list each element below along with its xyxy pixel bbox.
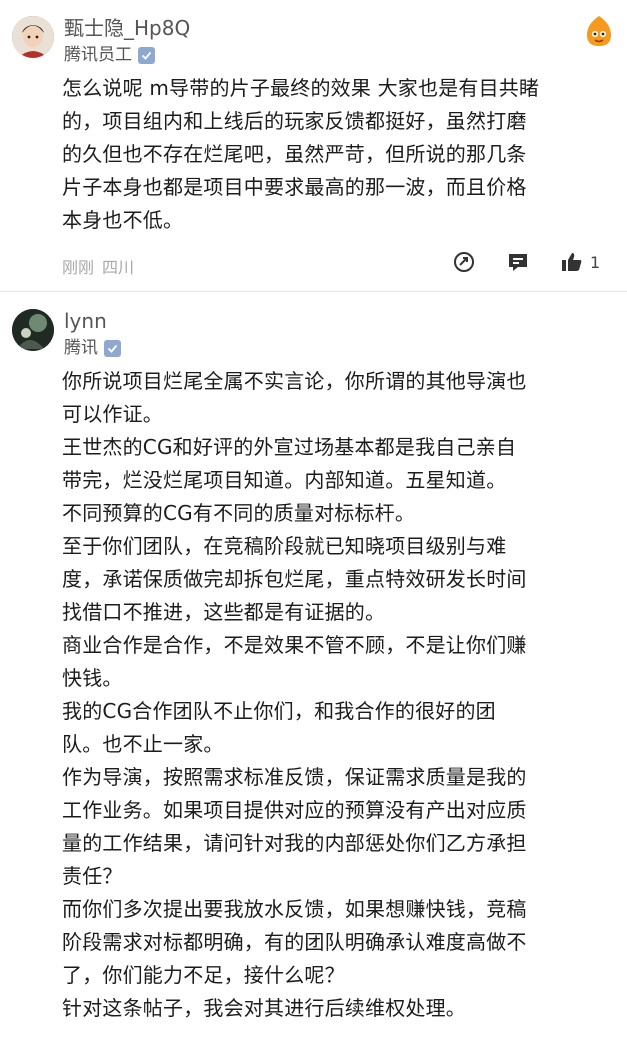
divider	[0, 291, 627, 292]
content-line: 本身也不低。	[62, 208, 184, 232]
post-actions: 1	[452, 250, 600, 274]
verified-badge-icon	[104, 339, 121, 357]
post-location: 四川	[102, 258, 135, 277]
share-icon	[454, 252, 474, 272]
affiliation-label: 腾讯员工	[64, 45, 132, 65]
post-1: 甄士隐_Hp8Q 腾讯员工 怎么说呢 m导带的片子最终的效果 大家也是有目共睹 …	[0, 0, 627, 295]
post-content: 怎么说呢 m导带的片子最终的效果 大家也是有目共睹 的，项目组内和上线后的玩家反…	[62, 72, 539, 237]
content-line: 不同预算的CG有不同的质量对标标杆。	[62, 501, 416, 525]
avatar[interactable]	[12, 16, 54, 58]
comment-button[interactable]	[506, 250, 530, 274]
content-line: 我的CG合作团队不止你们，和我合作的很好的团	[62, 699, 496, 723]
content-line: 针对这条帖子，我会对其进行后续维权处理。	[62, 996, 466, 1020]
username[interactable]: lynn	[64, 309, 107, 333]
share-button[interactable]	[452, 250, 476, 274]
like-count: 1	[590, 252, 601, 272]
content-line: 怎么说呢 m导带的片子最终的效果 大家也是有目共睹	[62, 76, 540, 100]
username[interactable]: 甄士隐_Hp8Q	[64, 16, 190, 40]
affiliation-row: 腾讯	[64, 337, 121, 359]
post-2: lynn 腾讯 你所说项目烂尾全属不实言论，你所谓的其他导演也 可以作证。 王世…	[0, 295, 627, 1052]
affiliation-row: 腾讯员工	[64, 44, 155, 66]
content-line: 而你们多次提出要我放水反馈，如果想赚快钱，竞稿	[62, 897, 527, 921]
avatar-photo-icon	[12, 309, 54, 351]
content-line: 的，项目组内和上线后的玩家反馈都挺好，虽然打磨	[62, 109, 527, 133]
content-line: 你所说项目烂尾全属不实言论，你所谓的其他导演也	[62, 369, 527, 393]
content-line: 了，你们能力不足，接什么呢？	[62, 963, 345, 987]
content-line: 王世杰的CG和好评的外宣过场基本都是我自己亲自	[62, 435, 517, 459]
thumbs-up-icon	[562, 253, 582, 271]
post-time: 刚刚	[62, 258, 95, 277]
content-line: 度，承诺保质做完却拆包烂尾，重点特效研发长时间	[62, 567, 527, 591]
comment-icon	[509, 254, 527, 271]
content-line: 可以作证。	[62, 402, 163, 426]
post-meta: 刚刚 四川	[62, 254, 134, 278]
affiliation-label: 腾讯	[64, 338, 98, 358]
emoji-sticker-icon[interactable]	[584, 14, 614, 52]
verified-badge-icon	[138, 46, 155, 64]
content-line: 量的工作结果，请问针对我的内部惩处你们乙方承担	[62, 831, 527, 855]
content-line: 队。也不止一家。	[62, 732, 224, 756]
content-line: 商业合作是合作，不是效果不管不顾，不是让你们赚	[62, 633, 527, 657]
content-line: 找借口不推进，这些都是有证据的。	[62, 600, 386, 624]
content-line: 阶段需求对标都明确，有的团队明确承认难度高做不	[62, 930, 527, 954]
content-line: 带完，烂没烂尾项目知道。内部知道。五星知道。	[62, 468, 507, 492]
content-line: 片子本身也都是项目中要求最高的那一波，而且价格	[62, 175, 527, 199]
like-button[interactable]: 1	[560, 250, 600, 274]
content-line: 工作业务。如果项目提供对应的预算没有产出对应质	[62, 798, 527, 822]
content-line: 作为导演，按照需求标准反馈，保证需求质量是我的	[62, 765, 527, 789]
avatar[interactable]	[12, 309, 54, 351]
avatar-cartoon-icon	[12, 16, 54, 58]
content-line: 责任？	[62, 864, 123, 888]
content-line: 至于你们团队，在竞稿阶段就已知晓项目级别与难	[62, 534, 507, 558]
post-content: 你所说项目烂尾全属不实言论，你所谓的其他导演也 可以作证。 王世杰的CG和好评的…	[62, 365, 527, 1025]
content-line: 的久但也不存在烂尾吧，虽然严苛，但所说的那几条	[62, 142, 527, 166]
content-line: 快钱。	[62, 666, 123, 690]
